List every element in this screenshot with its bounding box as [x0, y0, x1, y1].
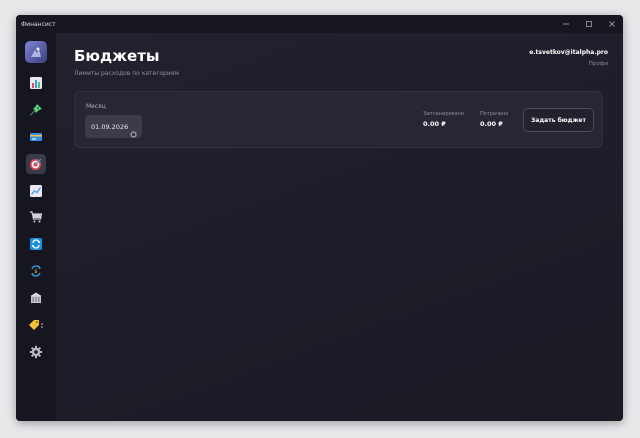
planned-label: Запланировано [423, 111, 464, 117]
user-plan-badge: Профи [588, 61, 608, 67]
bank-icon[interactable] [26, 288, 46, 308]
exchange-icon[interactable]: $ [26, 261, 46, 281]
app-window: Финансист $ Бюджеты Лимиты расходов по к… [16, 15, 623, 421]
sidebar: $ [16, 33, 56, 421]
set-budget-button[interactable]: Задать бюджет [523, 108, 594, 132]
user-email[interactable]: e.tsvetkov@italpha.pro [529, 49, 608, 56]
close-icon[interactable] [600, 15, 623, 33]
planned-stat: Запланировано 0.00 ₽ [423, 111, 464, 128]
pin-icon[interactable] [26, 100, 46, 120]
calendar-icon[interactable] [130, 123, 137, 142]
credit-card-icon[interactable] [26, 127, 46, 147]
trending-chart-icon[interactable] [26, 181, 46, 201]
svg-text:$: $ [34, 269, 37, 275]
month-date-picker[interactable]: 01.09.2026 [85, 115, 142, 138]
target-icon[interactable] [26, 153, 46, 174]
maximize-icon[interactable] [577, 15, 600, 33]
gear-icon[interactable] [26, 342, 46, 362]
spent-value: 0.00 ₽ [480, 120, 503, 128]
bar-chart-icon[interactable] [26, 73, 46, 93]
spent-stat: Потрачено 0.00 ₽ [480, 111, 508, 128]
tag-icon[interactable] [26, 315, 46, 335]
minimize-icon[interactable] [554, 15, 577, 33]
page-title: Бюджеты [74, 47, 160, 65]
budget-card: Месяц 01.09.2026 Запланировано 0.00 ₽ По… [74, 91, 603, 148]
title-bar: Финансист [16, 15, 623, 33]
app-title: Финансист [21, 20, 56, 28]
window-controls [554, 15, 623, 33]
repeat-icon[interactable] [26, 234, 46, 254]
month-date-value: 01.09.2026 [91, 122, 129, 131]
user-avatar-icon[interactable] [25, 41, 47, 63]
shopping-cart-icon[interactable] [26, 207, 46, 227]
main-content: Бюджеты Лимиты расходов по категориям e.… [56, 33, 623, 421]
page-subtitle: Лимиты расходов по категориям [74, 70, 179, 77]
spent-label: Потрачено [480, 111, 509, 117]
month-label: Месяц [86, 103, 106, 110]
planned-value: 0.00 ₽ [423, 120, 446, 128]
